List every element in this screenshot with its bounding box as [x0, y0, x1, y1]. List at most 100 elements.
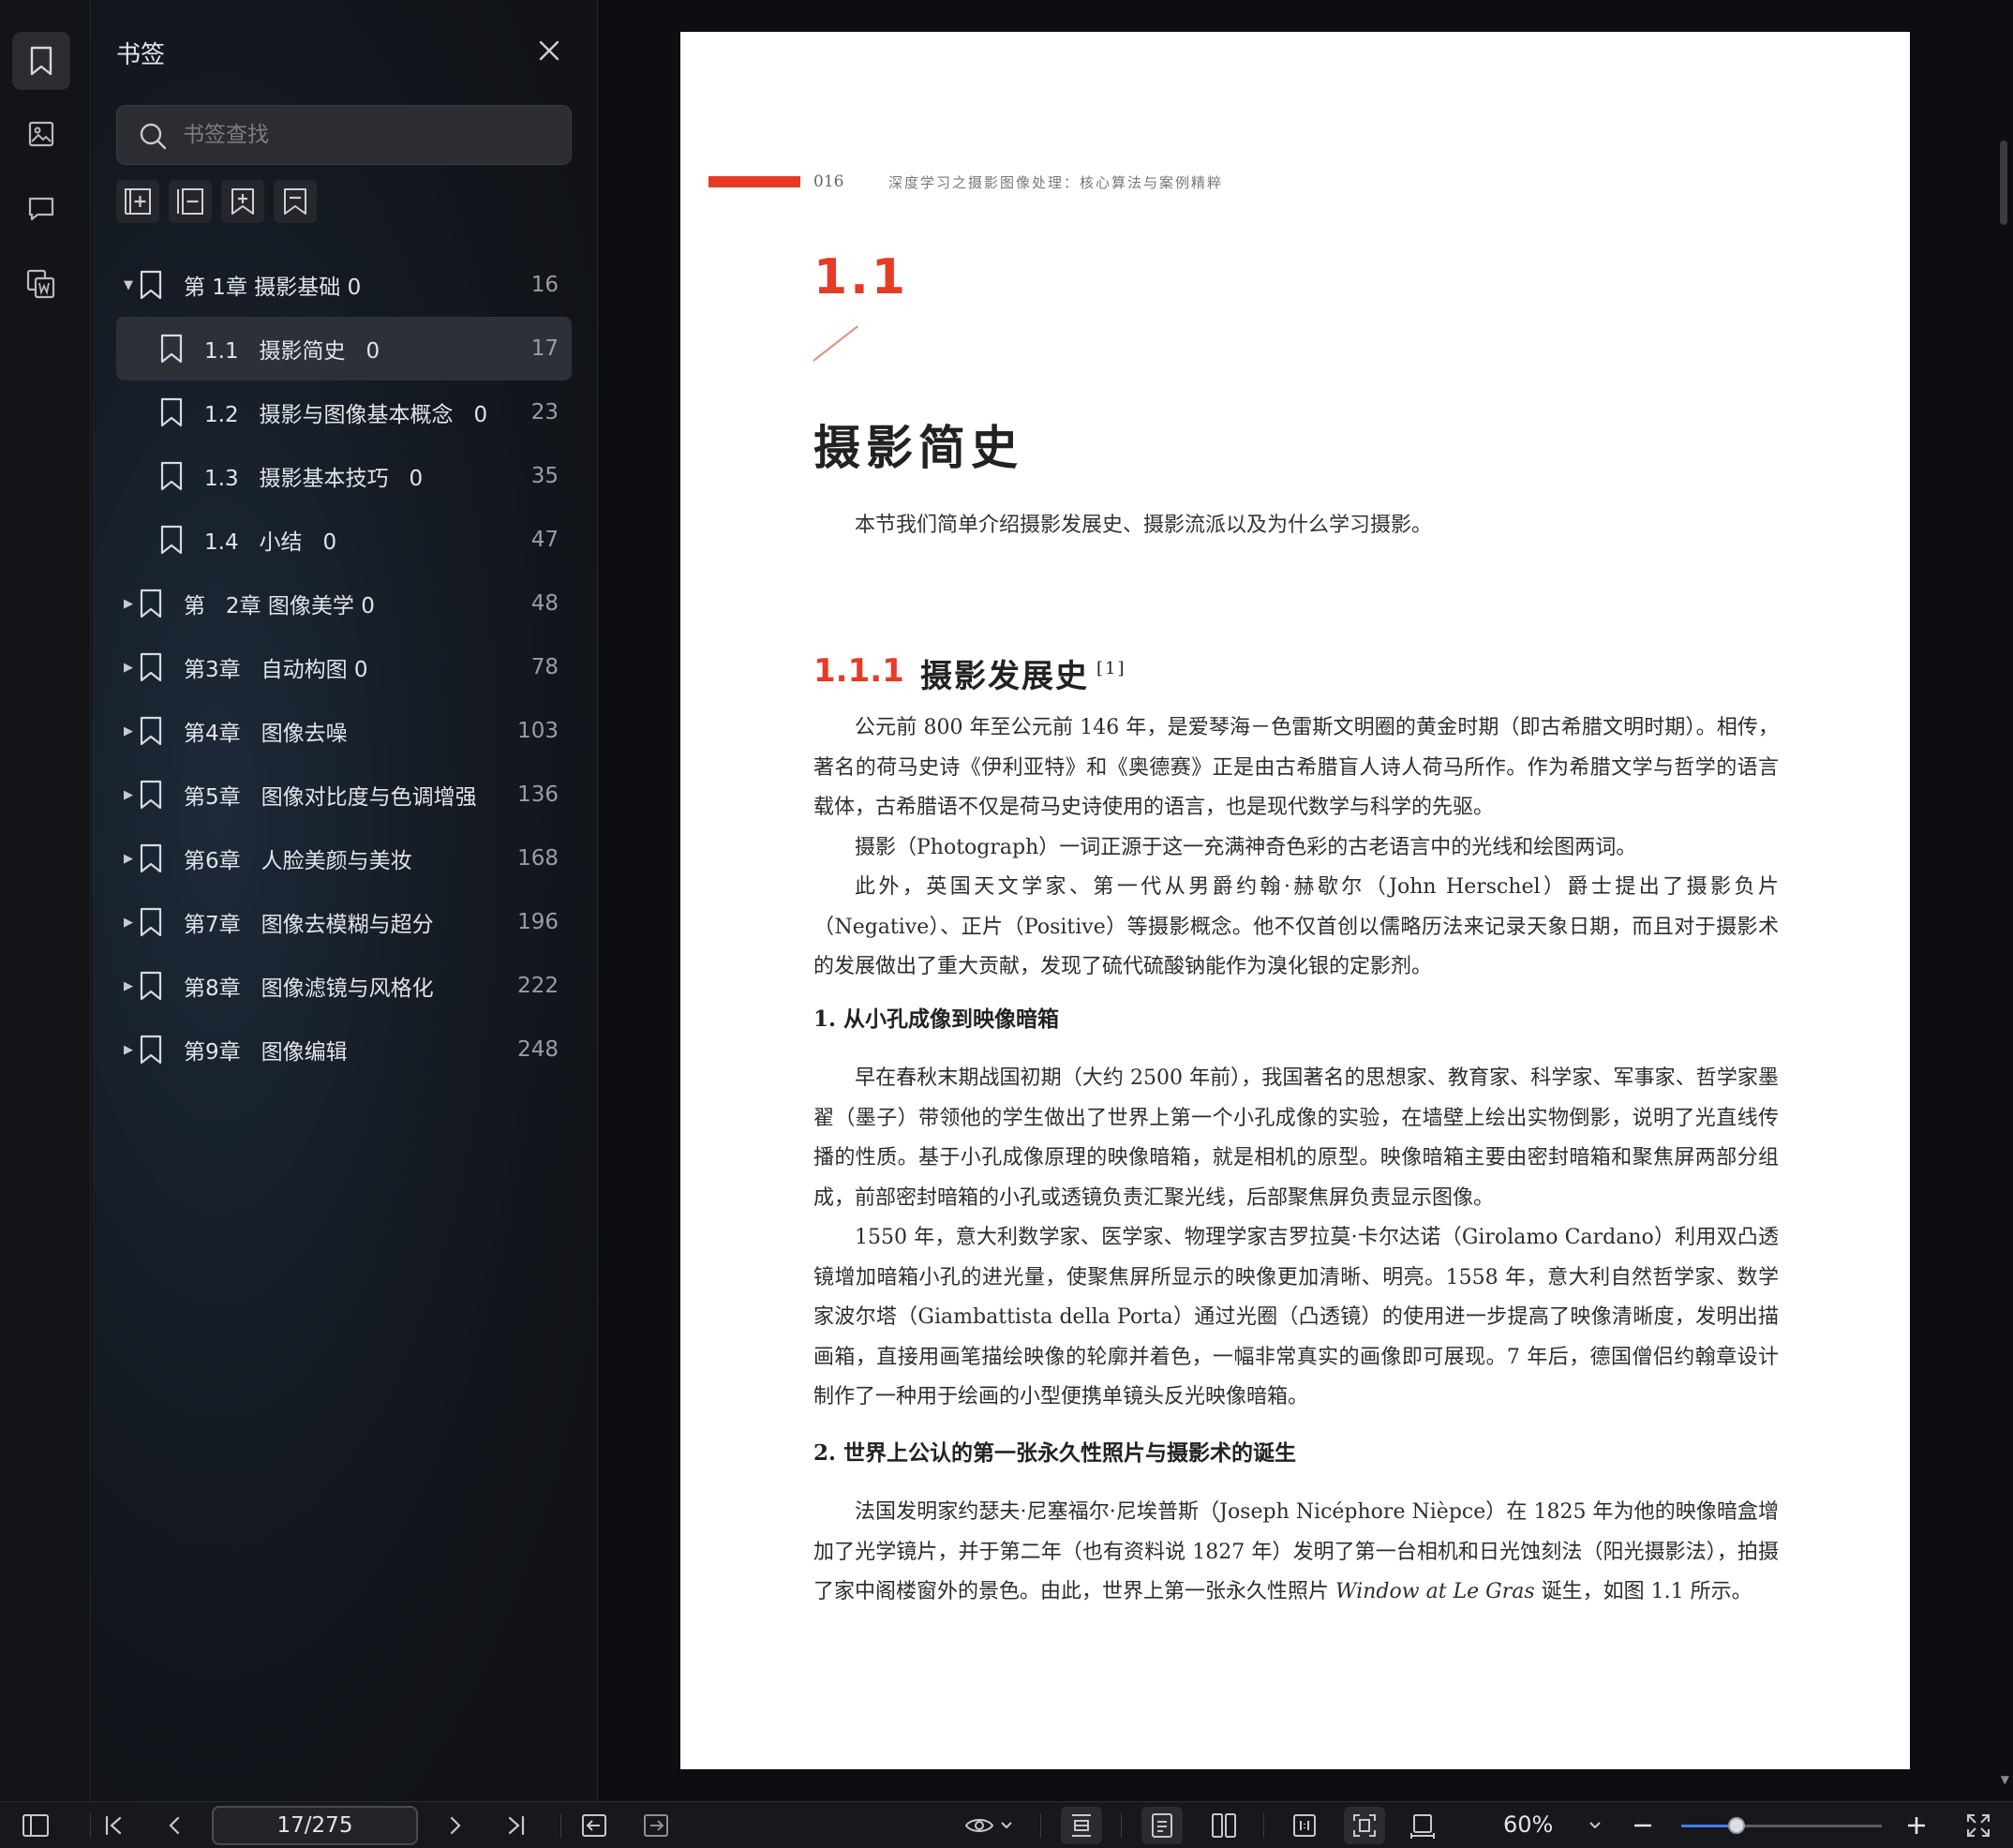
single-page-icon	[1152, 1813, 1172, 1838]
zoom-out-button[interactable]	[1629, 1811, 1657, 1841]
add-bookmark-button[interactable]	[221, 180, 264, 223]
toolbar-divider	[1263, 1813, 1264, 1838]
body-block-2: 早在春秋末期战国初期（大约 2500 年前），我国著名的思想家、教育家、科学家、…	[813, 1059, 1779, 1418]
bookmark-page-number: 136	[517, 782, 559, 807]
bookmark-chapter-item[interactable]: ▶ 第5章 图像对比度与色调增强 136	[116, 763, 572, 827]
close-panel-button[interactable]	[534, 36, 564, 66]
fullscreen-button[interactable]	[1962, 1811, 1994, 1841]
chevron-down-icon	[1589, 1822, 1601, 1829]
first-page-button[interactable]	[99, 1811, 129, 1841]
caret-right-icon[interactable]: ▶	[120, 1043, 137, 1057]
bookmark-panel: 书签 ▼ 第 1章 摄影基础 0 16 1.1 摄影简史 0 17 1.2 摄影与图像基本…	[92, 0, 598, 1801]
bookmark-label: 第5章 图像对比度与色调增强	[184, 785, 477, 810]
zoom-in-button[interactable]	[1902, 1811, 1931, 1841]
view-mode-dropdown[interactable]	[960, 1811, 1018, 1841]
page-number-input[interactable]: 17/275	[212, 1806, 418, 1845]
toggle-sidebar-button[interactable]	[19, 1811, 52, 1841]
caret-right-icon[interactable]: ▶	[120, 852, 137, 866]
bookmark-chapter-item[interactable]: ▶ 第7章 图像去模糊与超分 196	[116, 890, 572, 954]
chevron-left-icon	[169, 1816, 180, 1835]
back-button[interactable]	[579, 1811, 609, 1841]
plus-icon	[1908, 1817, 1925, 1834]
back-icon	[582, 1814, 606, 1837]
bookmark-panel-button[interactable]	[12, 32, 70, 90]
zoom-slider[interactable]	[1681, 1817, 1882, 1834]
bookmark-chapter-item[interactable]: ▶ 第3章 自动构图 0 78	[116, 635, 572, 699]
caret-right-icon[interactable]: ▶	[120, 597, 137, 611]
double-page-button[interactable]	[1207, 1811, 1241, 1841]
forward-icon	[644, 1814, 668, 1837]
caret-right-icon[interactable]: ▶	[120, 979, 137, 993]
expand-all-button[interactable]	[116, 180, 159, 223]
bookmark-label: 1.3 摄影基本技巧 0	[204, 467, 424, 491]
bookmark-toolbar	[116, 180, 317, 223]
left-icon-rail	[0, 0, 91, 1801]
collapse-all-button[interactable]	[169, 180, 212, 223]
fit-width-button[interactable]	[1406, 1811, 1439, 1841]
actual-size-icon	[1293, 1814, 1316, 1837]
scroll-down-arrow-icon[interactable]: ▼	[2001, 1773, 2009, 1786]
paragraph: 1550 年，意大利数学家、医学家、物理学家吉罗拉莫·卡尔达诺（Girolamo…	[813, 1226, 1779, 1408]
fit-page-button[interactable]	[1344, 1807, 1385, 1844]
citation-ref[interactable]: [1]	[1096, 659, 1126, 678]
caret-right-icon[interactable]: ▶	[120, 724, 137, 738]
fit-width-icon	[1410, 1814, 1435, 1839]
zoom-slider-handle[interactable]	[1728, 1817, 1746, 1834]
bookmark-page-number: 168	[517, 846, 559, 871]
section-intro: 本节我们简单介绍摄影发展史、摄影流派以及为什么学习摄影。	[855, 514, 1433, 537]
single-page-button[interactable]	[1141, 1807, 1183, 1844]
bookmark-page-number: 248	[517, 1037, 559, 1062]
caret-right-icon[interactable]: ▶	[120, 661, 137, 675]
bookmark-section-item[interactable]: 1.1 摄影简史 0 17	[116, 317, 572, 380]
first-page-icon	[105, 1815, 122, 1836]
previous-page-button[interactable]	[159, 1811, 189, 1841]
minus-icon	[1634, 1824, 1651, 1827]
bookmark-chapter-item[interactable]: ▶ 第 2章 图像美学 0 48	[116, 572, 572, 635]
bookmark-tree: ▼ 第 1章 摄影基础 0 16 1.1 摄影简史 0 17 1.2 摄影与图像基本概念 …	[116, 253, 572, 1081]
bookmark-chapter-item[interactable]: ▶ 第8章 图像滤镜与风格化 222	[116, 954, 572, 1018]
eye-icon	[964, 1819, 994, 1832]
bookmark-icon	[139, 652, 163, 682]
bookmark-icon	[159, 334, 184, 364]
heading-pinhole: 1. 从小孔成像到映像暗箱	[813, 1006, 1060, 1032]
comment-icon	[28, 197, 54, 221]
caret-down-icon[interactable]: ▼	[120, 278, 137, 292]
bookmark-section-item[interactable]: 1.4 小结 0 47	[116, 508, 572, 572]
next-page-button[interactable]	[440, 1811, 470, 1841]
fullscreen-icon	[1967, 1814, 1990, 1837]
bookmark-icon	[139, 843, 163, 873]
paragraph: 公元前 800 年至公元前 146 年，是爱琴海－色雷斯文明圈的黄金时期（即古希…	[813, 716, 1779, 819]
vertical-scrollbar[interactable]	[2000, 141, 2007, 225]
zoom-dropdown[interactable]	[1584, 1811, 1606, 1841]
toolbar-divider	[1040, 1813, 1041, 1838]
add-sub-bookmark-button[interactable]	[274, 180, 317, 223]
bookmark-label: 第3章 自动构图 0	[184, 658, 368, 682]
toolbar-divider	[1121, 1813, 1122, 1838]
forward-button[interactable]	[641, 1811, 671, 1841]
bookmark-page-number: 222	[517, 974, 559, 998]
bookmark-chapter-item[interactable]: ▼ 第 1章 摄影基础 0 16	[116, 253, 572, 317]
thumbnail-panel-button[interactable]	[12, 105, 70, 163]
caret-right-icon[interactable]: ▶	[120, 916, 137, 930]
bookmark-page-number: 47	[530, 528, 559, 552]
fit-height-button[interactable]	[1061, 1807, 1102, 1844]
actual-size-button[interactable]	[1288, 1811, 1321, 1841]
bookmark-search	[116, 105, 572, 165]
toolbar-divider	[560, 1813, 561, 1838]
paragraph: 早在春秋末期战国初期（大约 2500 年前），我国著名的思想家、教育家、科学家、…	[813, 1066, 1779, 1210]
bookmark-chapter-item[interactable]: ▶ 第9章 图像编辑 248	[116, 1018, 572, 1081]
bookmark-chapter-item[interactable]: ▶ 第4章 图像去噪 103	[116, 699, 572, 763]
bookmark-section-item[interactable]: 1.2 摄影与图像基本概念 0 23	[116, 380, 572, 444]
word-convert-panel-button[interactable]	[12, 255, 70, 313]
search-icon	[140, 123, 167, 150]
bookmark-label: 1.4 小结 0	[204, 530, 337, 555]
bookmark-section-item[interactable]: 1.3 摄影基本技巧 0 35	[116, 444, 572, 508]
bookmark-outline-icon	[284, 188, 306, 215]
bookmark-chapter-item[interactable]: ▶ 第6章 人脸美颜与美妆 168	[116, 827, 572, 890]
bookmark-search-input[interactable]	[183, 115, 548, 155]
header-page-number: 016	[813, 172, 844, 191]
zoom-level-label[interactable]: 60%	[1503, 1811, 1553, 1838]
annotation-panel-button[interactable]	[12, 180, 70, 238]
caret-right-icon[interactable]: ▶	[120, 788, 137, 802]
last-page-button[interactable]	[500, 1811, 530, 1841]
